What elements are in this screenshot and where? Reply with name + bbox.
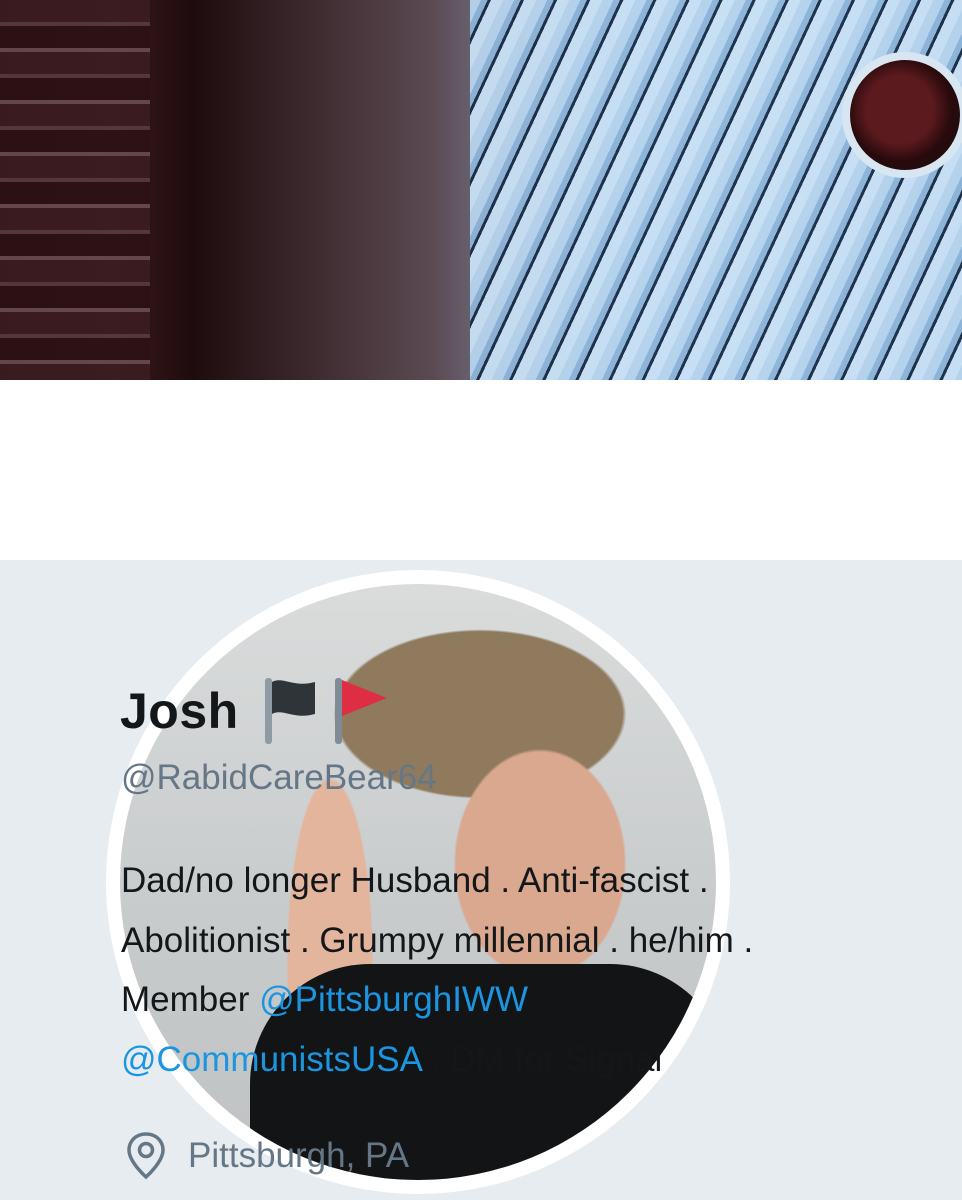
bio-line: Dad/no longer Husband . Anti-fascist . bbox=[121, 861, 709, 900]
profile-bio: Dad/no longer Husband . Anti-fascist . A… bbox=[121, 851, 921, 1089]
profile-name-row: Josh bbox=[120, 676, 391, 746]
banner-eye bbox=[842, 52, 962, 178]
bio-text: Member bbox=[121, 980, 260, 1019]
profile-name: Josh bbox=[120, 683, 239, 739]
profile-handle[interactable]: @RabidCareBear64 bbox=[121, 758, 437, 798]
black-flag-icon bbox=[261, 676, 321, 746]
bio-line: Member @PittsburghIWW bbox=[121, 970, 921, 1030]
header-banner-image[interactable] bbox=[0, 0, 962, 380]
bio-line: Abolitionist . Grumpy millennial . he/hi… bbox=[121, 920, 754, 960]
banner-spacer bbox=[0, 380, 962, 560]
location-text: Pittsburgh, PA bbox=[188, 1136, 410, 1175]
bio-line: @CommunistsUSA . DM for Signal bbox=[121, 1030, 921, 1090]
profile-location: Pittsburgh, PA bbox=[124, 1128, 409, 1184]
bio-text: . DM for Signal bbox=[421, 1039, 663, 1079]
banner-brick-texture bbox=[0, 0, 150, 380]
mention-link-communists-usa[interactable]: @CommunistsUSA bbox=[121, 1040, 421, 1079]
mention-link-pittsburgh-iww[interactable]: @PittsburghIWW bbox=[259, 980, 528, 1019]
location-pin-icon bbox=[124, 1131, 168, 1181]
red-flag-icon bbox=[331, 676, 391, 746]
profile-card: Josh @RabidCareBear64 Dad/no longer Husb… bbox=[0, 560, 962, 1200]
